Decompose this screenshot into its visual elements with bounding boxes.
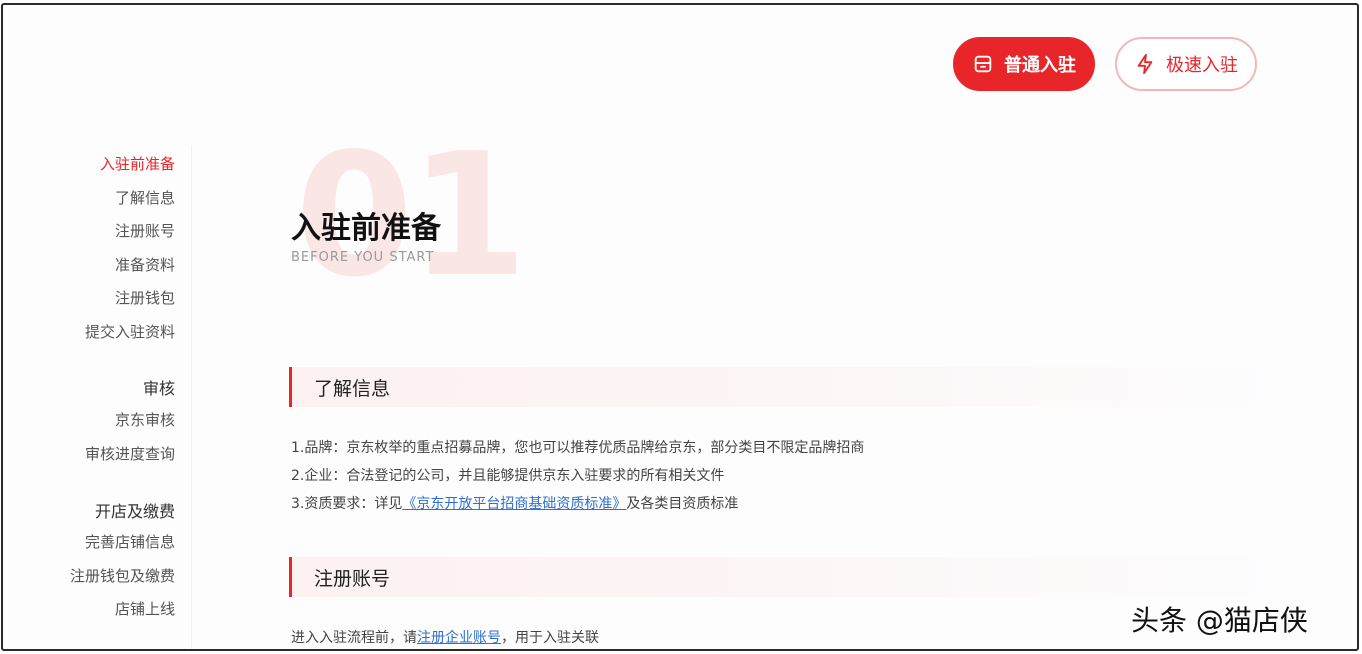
qualification-standard-link[interactable]: 《京东开放平台招商基础资质标准》: [402, 496, 626, 512]
normal-settle-button[interactable]: 普通入驻: [953, 37, 1095, 91]
sidebar-item-prepare-materials[interactable]: 准备资料: [115, 254, 175, 275]
lightning-icon: [1137, 53, 1153, 75]
sidebar-item-register-account[interactable]: 注册账号: [115, 220, 175, 241]
info-line-company: 2.企业：合法登记的公司，并且能够提供京东入驻要求的所有相关文件: [291, 468, 725, 484]
watermark-text: 头条 @猫店侠: [1131, 604, 1308, 637]
register-suffix: ，用于入驻关联: [501, 630, 599, 646]
sidebar-item-jd-review[interactable]: 京东审核: [115, 409, 175, 430]
sidebar-item-submit-materials[interactable]: 提交入驻资料: [85, 321, 175, 342]
sidebar-item-review-progress[interactable]: 审核进度查询: [85, 443, 175, 464]
register-prefix: 进入入驻流程前，请: [291, 630, 417, 646]
sidebar-item-before-start[interactable]: 入驻前准备: [100, 153, 175, 174]
info-line-qualification: 3.资质要求：详见《京东开放平台招商基础资质标准》及各类目资质标准: [291, 493, 738, 513]
sidebar-item-register-wallet[interactable]: 注册钱包: [115, 287, 175, 308]
sidebar-nav: 入驻前准备 了解信息 注册账号 准备资料 注册钱包 提交入驻资料 审核 京东审核…: [43, 145, 192, 649]
qualification-suffix: 及各类目资质标准: [626, 496, 739, 512]
fast-settle-label: 极速入驻: [1166, 55, 1238, 76]
sidebar-item-info[interactable]: 了解信息: [115, 187, 175, 208]
sidebar-item-store-info[interactable]: 完善店铺信息: [85, 531, 175, 552]
page-title: 入驻前准备: [291, 211, 441, 246]
section-title-register: 注册账号: [314, 567, 391, 590]
section-header-info: 了解信息: [289, 367, 1288, 407]
page-subtitle: BEFORE YOU START: [291, 250, 435, 265]
store-icon: [974, 55, 992, 73]
sidebar-item-store-online[interactable]: 店铺上线: [115, 598, 175, 619]
page-frame: 普通入驻 极速入驻 入驻前准备 了解信息 注册账号 准备资料 注册钱包 提交入驻…: [1, 3, 1359, 651]
register-line: 进入入驻流程前，请注册企业账号，用于入驻关联: [291, 627, 599, 647]
qualification-prefix: 3.资质要求：详见: [291, 496, 403, 512]
section-header-register: 注册账号: [289, 557, 1288, 597]
register-enterprise-account-link[interactable]: 注册企业账号: [417, 630, 501, 646]
fast-settle-button[interactable]: 极速入驻: [1115, 37, 1257, 91]
sidebar-item-wallet-payment[interactable]: 注册钱包及缴费: [70, 565, 175, 586]
info-line-brand: 1.品牌：京东枚举的重点招募品牌，您也可以推荐优质品牌给京东，部分类目不限定品牌…: [291, 440, 865, 456]
normal-settle-label: 普通入驻: [1004, 55, 1076, 76]
section-title-info: 了解信息: [314, 377, 391, 400]
sidebar-group-open-store[interactable]: 开店及缴费: [95, 498, 175, 522]
sidebar-group-review[interactable]: 审核: [143, 375, 175, 399]
